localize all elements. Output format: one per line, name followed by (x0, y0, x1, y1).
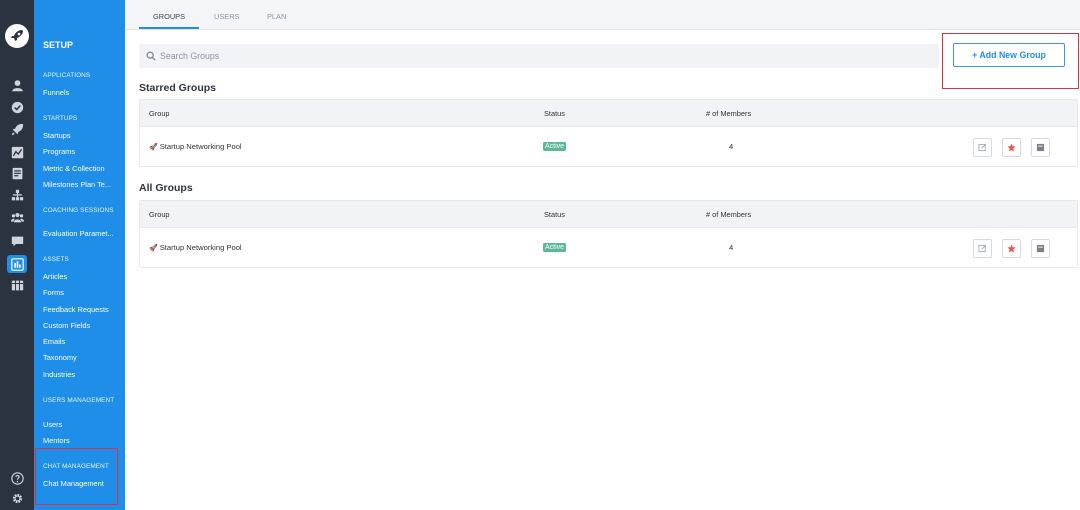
active-tab-indicator (139, 27, 199, 29)
archive-icon (1036, 143, 1045, 152)
sidebar-item-users[interactable]: Users (43, 420, 117, 429)
all-groups-heading: All Groups (139, 182, 193, 194)
icon-rail (0, 0, 34, 510)
dashboard-icon[interactable] (7, 255, 27, 273)
chat-icon[interactable] (9, 233, 25, 249)
tab-users[interactable]: USERS (214, 12, 239, 21)
archive-button[interactable] (1031, 239, 1050, 258)
search-input[interactable] (160, 44, 860, 68)
sidebar-item-emails[interactable]: Emails (43, 337, 117, 346)
help-icon[interactable] (9, 470, 25, 486)
starred-groups-table: Group Status # of Members 🚀 Startup Netwo… (139, 99, 1078, 167)
check-circle-icon[interactable] (9, 99, 25, 115)
sidebar-item-forms[interactable]: Forms (43, 288, 117, 297)
rocket-logo-icon[interactable] (5, 24, 29, 48)
org-chart-icon[interactable] (9, 187, 25, 203)
setup-sidebar: SETUP APPLICATIONS Funnels STARTUPS Star… (34, 0, 125, 510)
table-header: Group Status # of Members (140, 100, 1077, 127)
edit-button[interactable] (973, 138, 992, 157)
team-icon[interactable] (9, 209, 25, 225)
column-header-status: Status (544, 109, 565, 118)
star-icon (1007, 244, 1016, 253)
chart-icon[interactable] (9, 144, 25, 160)
column-header-status: Status (544, 210, 565, 219)
sidebar-item-metric-collection[interactable]: Metric & Collection (43, 164, 117, 173)
group-name[interactable]: 🚀 Startup Networking Pool (149, 142, 242, 151)
gear-icon[interactable] (9, 490, 25, 506)
status-badge: Active (543, 142, 567, 151)
sidebar-item-articles[interactable]: Articles (43, 272, 117, 281)
user-icon[interactable] (9, 77, 25, 93)
sidebar-item-mentors[interactable]: Mentors (43, 436, 117, 445)
edit-icon (978, 143, 987, 152)
sidebar-section-assets: ASSETS (43, 256, 69, 263)
sidebar-item-milestones-plan[interactable]: Milestones Plan Te... (43, 180, 117, 189)
table-row: 🚀 Startup Networking Pool Active 4 (140, 127, 1077, 166)
sidebar-item-industries[interactable]: Industries (43, 370, 117, 379)
column-header-group: Group (149, 109, 170, 118)
sidebar-item-custom-fields[interactable]: Custom Fields (43, 321, 117, 330)
table-row: 🚀 Startup Networking Pool Active 4 (140, 228, 1077, 267)
columns-icon[interactable] (9, 277, 25, 293)
document-icon[interactable] (9, 165, 25, 181)
sidebar-item-startups[interactable]: Startups (43, 131, 117, 140)
sidebar-title: SETUP (43, 40, 74, 50)
add-new-group-button[interactable]: + Add New Group (953, 43, 1065, 67)
search-bar[interactable] (139, 44, 939, 68)
tab-plan[interactable]: PLAN (267, 12, 286, 21)
search-icon (146, 51, 156, 61)
edit-icon (978, 244, 987, 253)
column-header-group: Group (149, 210, 170, 219)
sidebar-section-users-management: USERS MANAGEMENT (43, 397, 115, 404)
edit-button[interactable] (973, 239, 992, 258)
group-name[interactable]: 🚀 Startup Networking Pool (149, 243, 242, 252)
sidebar-item-taxonomy[interactable]: Taxonomy (43, 353, 117, 362)
sidebar-section-applications: APPLICATIONS (43, 72, 91, 79)
starred-groups-heading: Starred Groups (139, 82, 217, 94)
sidebar-item-funnels[interactable]: Funnels (43, 88, 117, 97)
archive-button[interactable] (1031, 138, 1050, 157)
member-count: 4 (729, 243, 734, 252)
sidebar-section-startups: STARTUPS (43, 115, 78, 122)
sidebar-section-coaching-sessions: COACHING SESSIONS (43, 207, 114, 214)
table-header: Group Status # of Members (140, 201, 1077, 228)
star-icon (1007, 143, 1016, 152)
rocket-icon[interactable] (9, 121, 25, 137)
sidebar-item-programs[interactable]: Programs (43, 147, 117, 156)
star-button[interactable] (1002, 138, 1021, 157)
group-name-text: Startup Networking Pool (159, 142, 242, 151)
group-name-text: Startup Networking Pool (159, 243, 242, 252)
all-groups-table: Group Status # of Members 🚀 Startup Netwo… (139, 200, 1078, 268)
column-header-members: # of Members (706, 109, 752, 118)
status-badge: Active (543, 243, 567, 252)
archive-icon (1036, 244, 1045, 253)
rocket-emoji-icon: 🚀 (149, 144, 158, 151)
sidebar-item-feedback-requests[interactable]: Feedback Requests (43, 305, 117, 314)
tab-groups[interactable]: GROUPS (153, 12, 185, 21)
highlight-box-chat-management (35, 448, 118, 505)
sidebar-item-evaluation-parameters[interactable]: Evaluation Paramet... (43, 229, 117, 238)
member-count: 4 (729, 142, 734, 151)
star-button[interactable] (1002, 239, 1021, 258)
column-header-members: # of Members (706, 210, 752, 219)
rocket-emoji-icon: 🚀 (149, 245, 158, 252)
top-tabs: GROUPS USERS PLAN (125, 0, 1080, 30)
